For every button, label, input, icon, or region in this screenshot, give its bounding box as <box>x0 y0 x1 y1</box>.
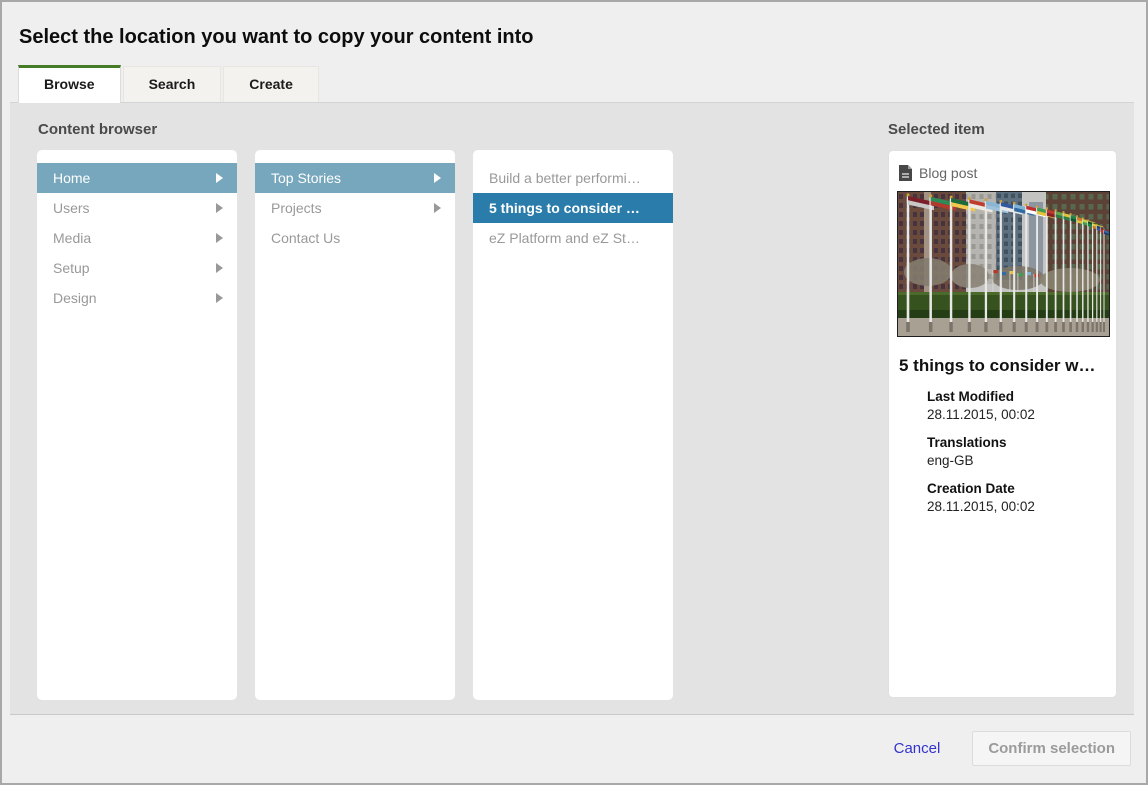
item-label: eZ Platform and eZ St… <box>489 230 640 246</box>
flags-photo <box>897 191 1110 337</box>
finder-column-2: Top Stories Projects Contact Us <box>255 150 455 700</box>
item-label: Design <box>53 290 97 306</box>
item-projects[interactable]: Projects <box>255 193 455 223</box>
blog-post-document-icon <box>899 165 912 181</box>
item-contact-us[interactable]: Contact Us <box>255 223 455 253</box>
finder-column-1: Home Users Media Setup Design <box>37 150 237 700</box>
item-label: Media <box>53 230 91 246</box>
item-media[interactable]: Media <box>37 223 237 253</box>
selected-item-details: Last Modified 28.11.2015, 00:02 Translat… <box>927 389 1108 514</box>
item-setup[interactable]: Setup <box>37 253 237 283</box>
tab-browse[interactable]: Browse <box>18 65 121 103</box>
content-browser-heading: Content browser <box>37 121 888 138</box>
item-design[interactable]: Design <box>37 283 237 313</box>
item-label: 5 things to consider … <box>489 200 640 216</box>
item-label: Users <box>53 200 90 216</box>
arrow-right-icon <box>216 233 223 243</box>
selected-item-card: Blog post <box>888 150 1117 698</box>
dialog-footer: Cancel Confirm selection <box>2 715 1146 781</box>
detail-label: Translations <box>927 435 1108 450</box>
panel-headings: Content browser Selected item <box>37 121 1117 138</box>
grid-spacer <box>673 150 888 700</box>
arrow-right-icon <box>216 203 223 213</box>
detail-value: 28.11.2015, 00:02 <box>927 499 1108 514</box>
confirm-selection-button[interactable]: Confirm selection <box>972 731 1131 766</box>
content-browser-panel: Content browser Selected item Home Users… <box>10 102 1134 715</box>
item-label: Projects <box>271 200 322 216</box>
item-5-things-to-consider[interactable]: 5 things to consider … <box>473 193 673 223</box>
item-users[interactable]: Users <box>37 193 237 223</box>
item-build-a-better-performing[interactable]: Build a better performi… <box>473 163 673 193</box>
selected-item-panel: Blog post <box>888 150 1117 700</box>
arrow-right-icon <box>216 173 223 183</box>
detail-value: eng-GB <box>927 453 1108 468</box>
content-type-row: Blog post <box>899 165 1108 181</box>
item-label: Build a better performi… <box>489 170 641 186</box>
item-label: Setup <box>53 260 90 276</box>
page-title: Select the location you want to copy you… <box>19 24 1146 50</box>
content-type-label: Blog post <box>919 165 977 181</box>
browser-grid: Home Users Media Setup Design <box>37 150 1117 700</box>
arrow-right-icon <box>216 293 223 303</box>
tab-create[interactable]: Create <box>223 66 319 102</box>
detail-value: 28.11.2015, 00:02 <box>927 407 1108 422</box>
cancel-button[interactable]: Cancel <box>894 740 941 757</box>
arrow-right-icon <box>434 173 441 183</box>
dialog-header: Select the location you want to copy you… <box>2 2 1146 50</box>
item-label: Top Stories <box>271 170 341 186</box>
arrow-right-icon <box>216 263 223 273</box>
item-label: Contact Us <box>271 230 340 246</box>
detail-label: Last Modified <box>927 389 1108 404</box>
detail-label: Creation Date <box>927 481 1108 496</box>
item-ez-platform-and-ez-studio[interactable]: eZ Platform and eZ St… <box>473 223 673 253</box>
item-home[interactable]: Home <box>37 163 237 193</box>
tab-search[interactable]: Search <box>123 66 222 102</box>
tab-bar: Browse Search Create <box>18 64 1146 102</box>
item-top-stories[interactable]: Top Stories <box>255 163 455 193</box>
arrow-right-icon <box>434 203 441 213</box>
finder-columns: Home Users Media Setup Design <box>37 150 673 700</box>
selected-item-title: 5 things to consider w… <box>899 356 1108 376</box>
finder-column-3: Build a better performi… 5 things to con… <box>473 150 673 700</box>
selected-item-heading: Selected item <box>888 121 1117 138</box>
item-label: Home <box>53 170 90 186</box>
